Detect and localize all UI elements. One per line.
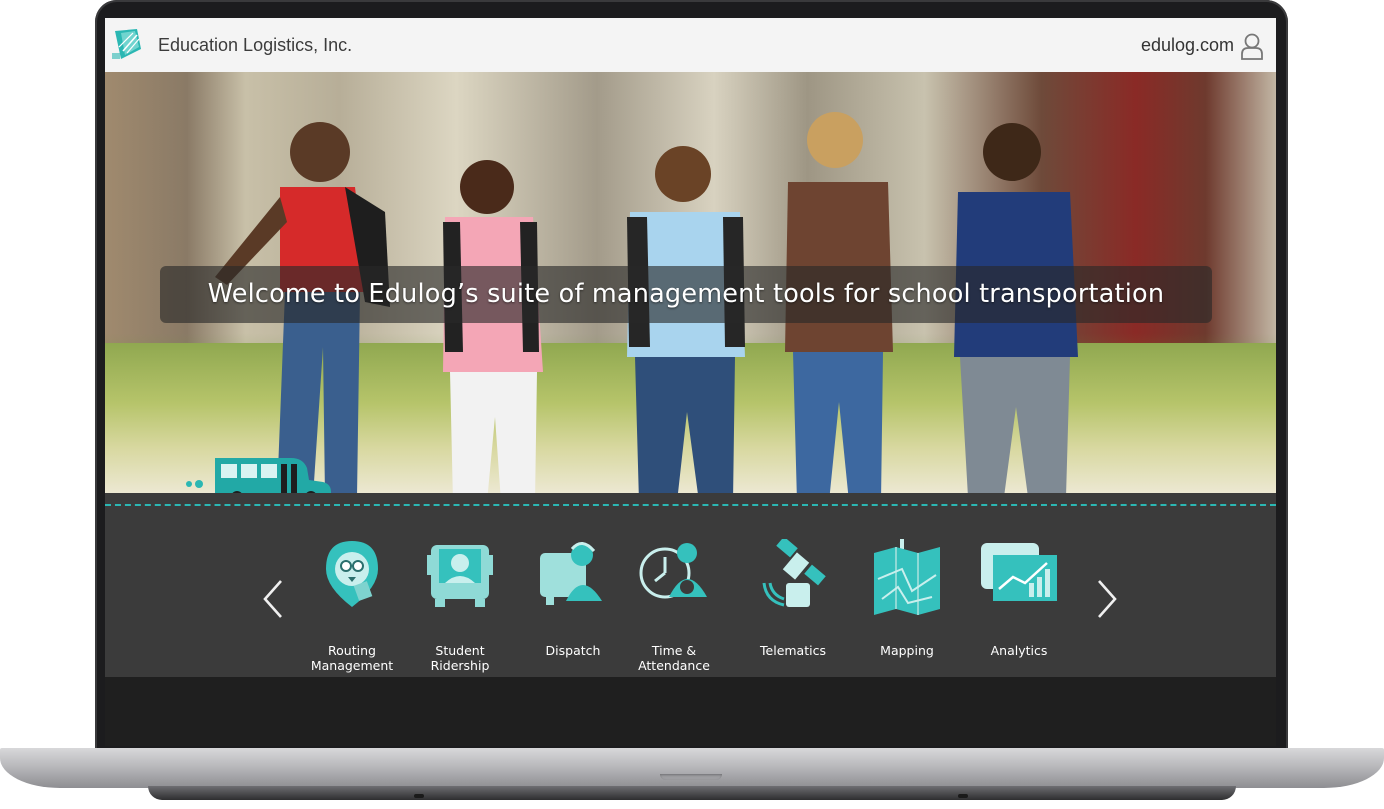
- welcome-text: Welcome to Edulog’s suite of management …: [207, 279, 1165, 309]
- dashed-divider: [105, 504, 1276, 506]
- module-dispatch[interactable]: Dispatch: [518, 539, 628, 659]
- routing-pin-icon: [326, 541, 378, 607]
- module-label: Analytics: [990, 643, 1048, 658]
- screen: Education Logistics, Inc. edulog.com Wel…: [105, 18, 1276, 746]
- module-nav-panel: Routing Management Student Ridership Dis…: [105, 493, 1276, 677]
- module-label: Dispatch: [545, 643, 601, 658]
- welcome-banner: Welcome to Edulog’s suite of management …: [160, 266, 1212, 323]
- laptop-foot: [414, 794, 424, 798]
- chevron-left-icon[interactable]: [261, 577, 285, 621]
- time-attendance-icon: [639, 543, 707, 599]
- student-bus-icon: [427, 545, 493, 607]
- module-label: Time & Attendance: [638, 643, 710, 673]
- user-account-icon[interactable]: [1240, 32, 1264, 60]
- chevron-right-icon[interactable]: [1095, 577, 1119, 621]
- edulog-logo-icon[interactable]: [111, 27, 145, 61]
- module-label: Mapping: [880, 643, 934, 658]
- laptop-notch: [660, 774, 722, 780]
- hero-banner: Welcome to Edulog’s suite of management …: [105, 72, 1276, 493]
- module-routing-management[interactable]: Routing Management: [297, 539, 407, 673]
- module-label: Routing Management: [310, 643, 394, 673]
- company-name: Education Logistics, Inc.: [158, 35, 353, 55]
- analytics-icon: [981, 543, 1057, 601]
- top-bar: Education Logistics, Inc. edulog.com: [105, 18, 1276, 72]
- school-bus-icon: [186, 458, 331, 493]
- laptop-foot: [958, 794, 968, 798]
- screen-bottom-blank: [105, 677, 1276, 746]
- map-icon: [874, 539, 940, 615]
- dispatch-icon: [540, 542, 602, 605]
- module-time-attendance[interactable]: Time & Attendance: [619, 539, 729, 673]
- satellite-icon: [762, 539, 826, 607]
- laptop-base-edge: [148, 786, 1236, 800]
- module-analytics[interactable]: Analytics: [964, 539, 1074, 659]
- module-student-ridership[interactable]: Student Ridership: [405, 539, 515, 673]
- module-label: Student Ridership: [430, 643, 490, 673]
- module-label: Telematics: [760, 643, 826, 658]
- module-telematics[interactable]: Telematics: [738, 539, 848, 659]
- laptop-base: [0, 748, 1384, 788]
- hero-photo-kid-pink: [443, 160, 543, 493]
- module-mapping[interactable]: Mapping: [852, 539, 962, 659]
- site-link[interactable]: edulog.com: [1141, 35, 1234, 56]
